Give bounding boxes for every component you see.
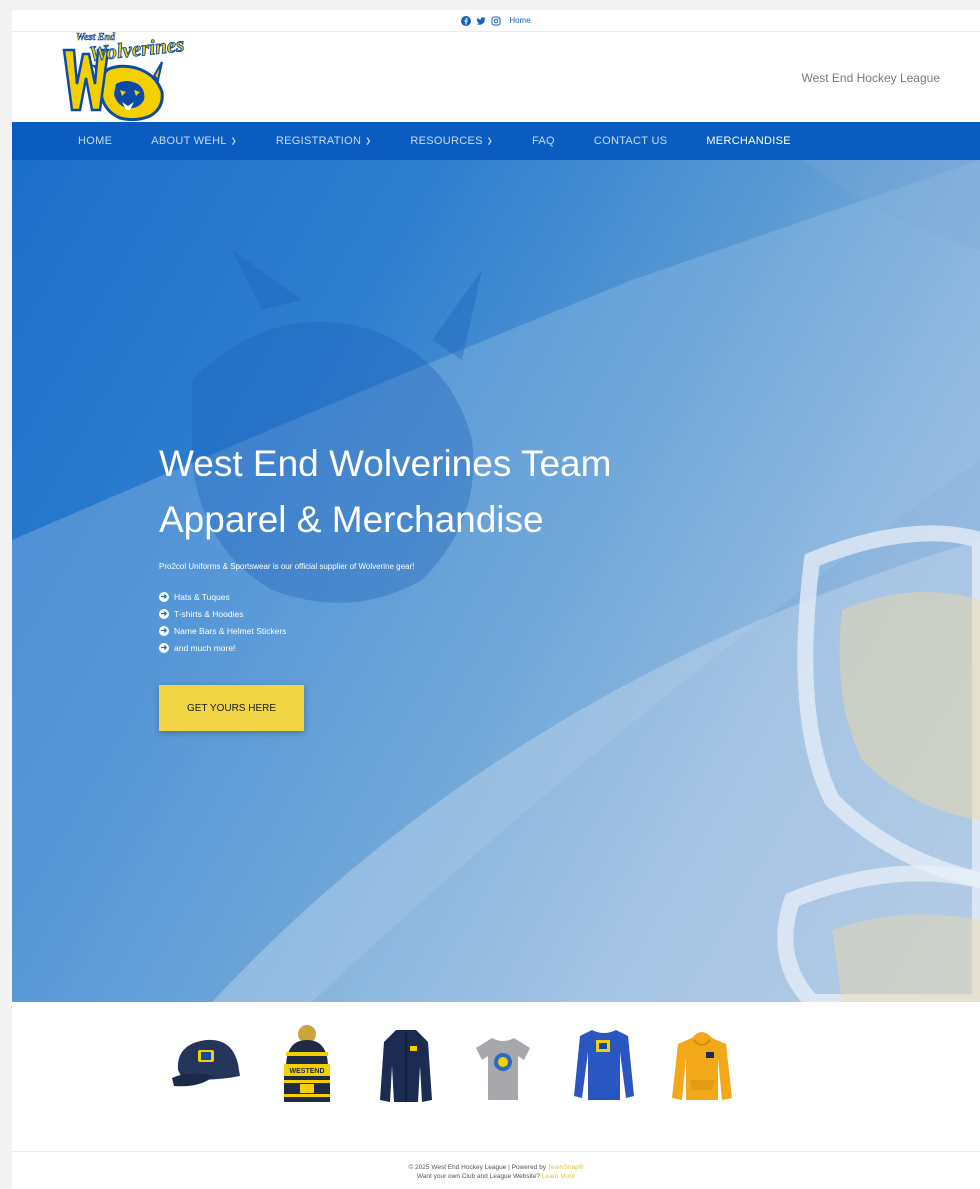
facebook-icon[interactable] — [461, 15, 472, 26]
list-item: ➜ Name Bars & Helmet Stickers — [159, 622, 679, 639]
learn-more-link[interactable]: Learn More — [542, 1173, 575, 1180]
twitter-icon[interactable] — [476, 16, 486, 26]
nav-item-about-wehl[interactable]: ABOUT WEHL ❯ — [151, 135, 237, 147]
nav-item-resources[interactable]: RESOURCES ❯ — [410, 135, 493, 147]
footer-promo-line: Want your own Club and League Website? L… — [12, 1172, 980, 1181]
hero-title-line2: Apparel & Merchandise — [159, 499, 544, 540]
arrow-right-icon: ➜ — [159, 608, 169, 619]
nav-item-label: REGISTRATION — [275, 135, 362, 147]
nav-item-faq[interactable]: FAQ — [532, 135, 555, 147]
nav-item-label: HOME — [78, 135, 113, 147]
product-cap-image[interactable] — [170, 1030, 246, 1097]
tuque-text: WESTEND — [290, 1068, 325, 1075]
product-tuque-image[interactable]: WESTEND — [278, 1024, 336, 1109]
nav-item-label: FAQ — [531, 135, 555, 147]
list-item: ➜ and much more! — [159, 639, 679, 656]
chevron-down-icon: ❯ — [230, 138, 237, 145]
nav-item-contact-us[interactable]: CONTACT US — [594, 135, 668, 147]
chevron-down-icon: ❯ — [486, 138, 493, 145]
list-item-label: T-shirts & Hoodies — [174, 608, 244, 619]
nav-item-home[interactable]: HOME — [78, 135, 112, 147]
footer-promo-text: Want your own Club and League Website? — [416, 1173, 542, 1180]
list-item: ➜ T-shirts & Hoodies — [159, 605, 679, 622]
page: Home West End Wolverines West End Hockey… — [12, 10, 980, 1189]
wolverines-logo[interactable]: West End Wolverines — [58, 32, 186, 122]
get-yours-here-button[interactable]: GET YOURS HERE — [159, 685, 304, 731]
arrow-right-icon: ➜ — [159, 642, 169, 653]
chevron-down-icon: ❯ — [365, 138, 372, 145]
nav-item-label: MERCHANDISE — [706, 135, 791, 147]
product-tshirt-image[interactable] — [474, 1034, 532, 1107]
league-name: West End Hockey League — [801, 71, 940, 85]
teamsnap-link[interactable]: TeamSnap® — [548, 1164, 584, 1171]
list-item: ➜ Hats & Tuques — [159, 588, 679, 605]
nav-item-merchandise[interactable]: MERCHANDISE — [706, 135, 791, 147]
product-strip: WESTEND — [12, 1002, 980, 1152]
hero-title: West End Wolverines Team Apparel & Merch… — [159, 436, 679, 548]
list-item-label: Hats & Tuques — [174, 591, 230, 602]
nav-item-label: RESOURCES — [410, 135, 483, 147]
main-nav: HOME ABOUT WEHL ❯ REGISTRATION ❯ RESOURCES… — [12, 122, 980, 160]
nav-item-label: CONTACT US — [593, 135, 668, 147]
product-jacket-image[interactable] — [378, 1026, 434, 1109]
hero-content: West End Wolverines Team Apparel & Merch… — [159, 436, 679, 731]
arrow-right-icon: ➜ — [159, 625, 169, 636]
home-link[interactable]: Home — [509, 16, 530, 25]
footer-copyright: © 2025 West End Hockey League | Powered … — [408, 1164, 548, 1171]
hero-title-line1: West End Wolverines Team — [159, 443, 612, 484]
site-header: West End Wolverines West End Hockey Leag… — [12, 32, 980, 122]
merch-list: ➜ Hats & Tuques ➜ T-shirts & Hoodies ➜ Name… — [159, 588, 679, 656]
utility-bar: Home — [12, 10, 980, 32]
nav-item-label: ABOUT WEHL — [151, 135, 227, 147]
list-item-label: and much more! — [174, 642, 236, 653]
hero-banner: West End Wolverines Team Apparel & Merch… — [12, 160, 980, 1002]
nav-item-registration[interactable]: REGISTRATION ❯ — [276, 135, 371, 147]
list-item-label: Name Bars & Helmet Stickers — [174, 625, 287, 636]
site-footer: © 2025 West End Hockey League | Powered … — [12, 1152, 980, 1181]
product-long-sleeve-image[interactable] — [572, 1026, 636, 1107]
instagram-icon[interactable] — [491, 16, 501, 26]
arrow-right-icon: ➜ — [159, 591, 169, 602]
hero-subtitle: Pro2col Uniforms & Sportswear is our off… — [159, 562, 415, 571]
product-hoodie-image[interactable] — [670, 1028, 734, 1107]
footer-copyright-line: © 2025 West End Hockey League | Powered … — [12, 1163, 980, 1172]
